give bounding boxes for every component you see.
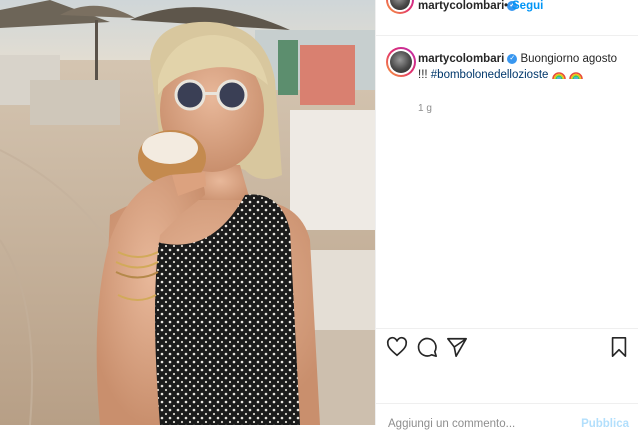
avatar-image <box>390 51 412 73</box>
publish-button[interactable]: Pubblica <box>581 418 629 430</box>
comment-input[interactable]: Aggiungi un commento... <box>388 418 515 430</box>
post-photo[interactable] <box>0 0 375 425</box>
post-caption: marty​colombari ✓ Buongiorno agosto !!! #… <box>418 51 628 83</box>
share-icon[interactable] <box>446 336 468 358</box>
rainbow-emoji-icon <box>569 72 583 79</box>
rainbow-emoji-icon <box>551 72 566 79</box>
heart-icon[interactable] <box>386 336 408 358</box>
instagram-post: marty​colombari ✓ • Segui marty​colombari… <box>0 0 638 430</box>
header-separator: • <box>504 0 509 12</box>
header-username-text[interactable]: marty​colombari <box>418 0 504 12</box>
comment-bar: Aggiungi un commento... Pubblica <box>376 403 638 430</box>
header-username[interactable]: marty​colombari ✓ <box>418 0 518 13</box>
hashtag-link[interactable]: #bombolonedellozioste <box>431 69 549 81</box>
post-sidebar: marty​colombari ✓ • Segui marty​colombari… <box>375 0 638 430</box>
bookmark-icon[interactable] <box>608 336 630 358</box>
verified-badge-icon: ✓ <box>507 53 518 64</box>
header-avatar[interactable] <box>386 0 414 14</box>
post-actions <box>376 328 638 364</box>
follow-button[interactable]: Segui <box>512 0 543 13</box>
post-header: marty​colombari ✓ • Segui <box>376 0 638 36</box>
comment-icon[interactable] <box>416 336 438 358</box>
caption-avatar[interactable] <box>386 47 416 77</box>
post-timestamp[interactable]: 1 g <box>418 103 432 114</box>
beach-photo <box>0 0 375 425</box>
caption-username[interactable]: marty​colombari <box>418 53 504 65</box>
